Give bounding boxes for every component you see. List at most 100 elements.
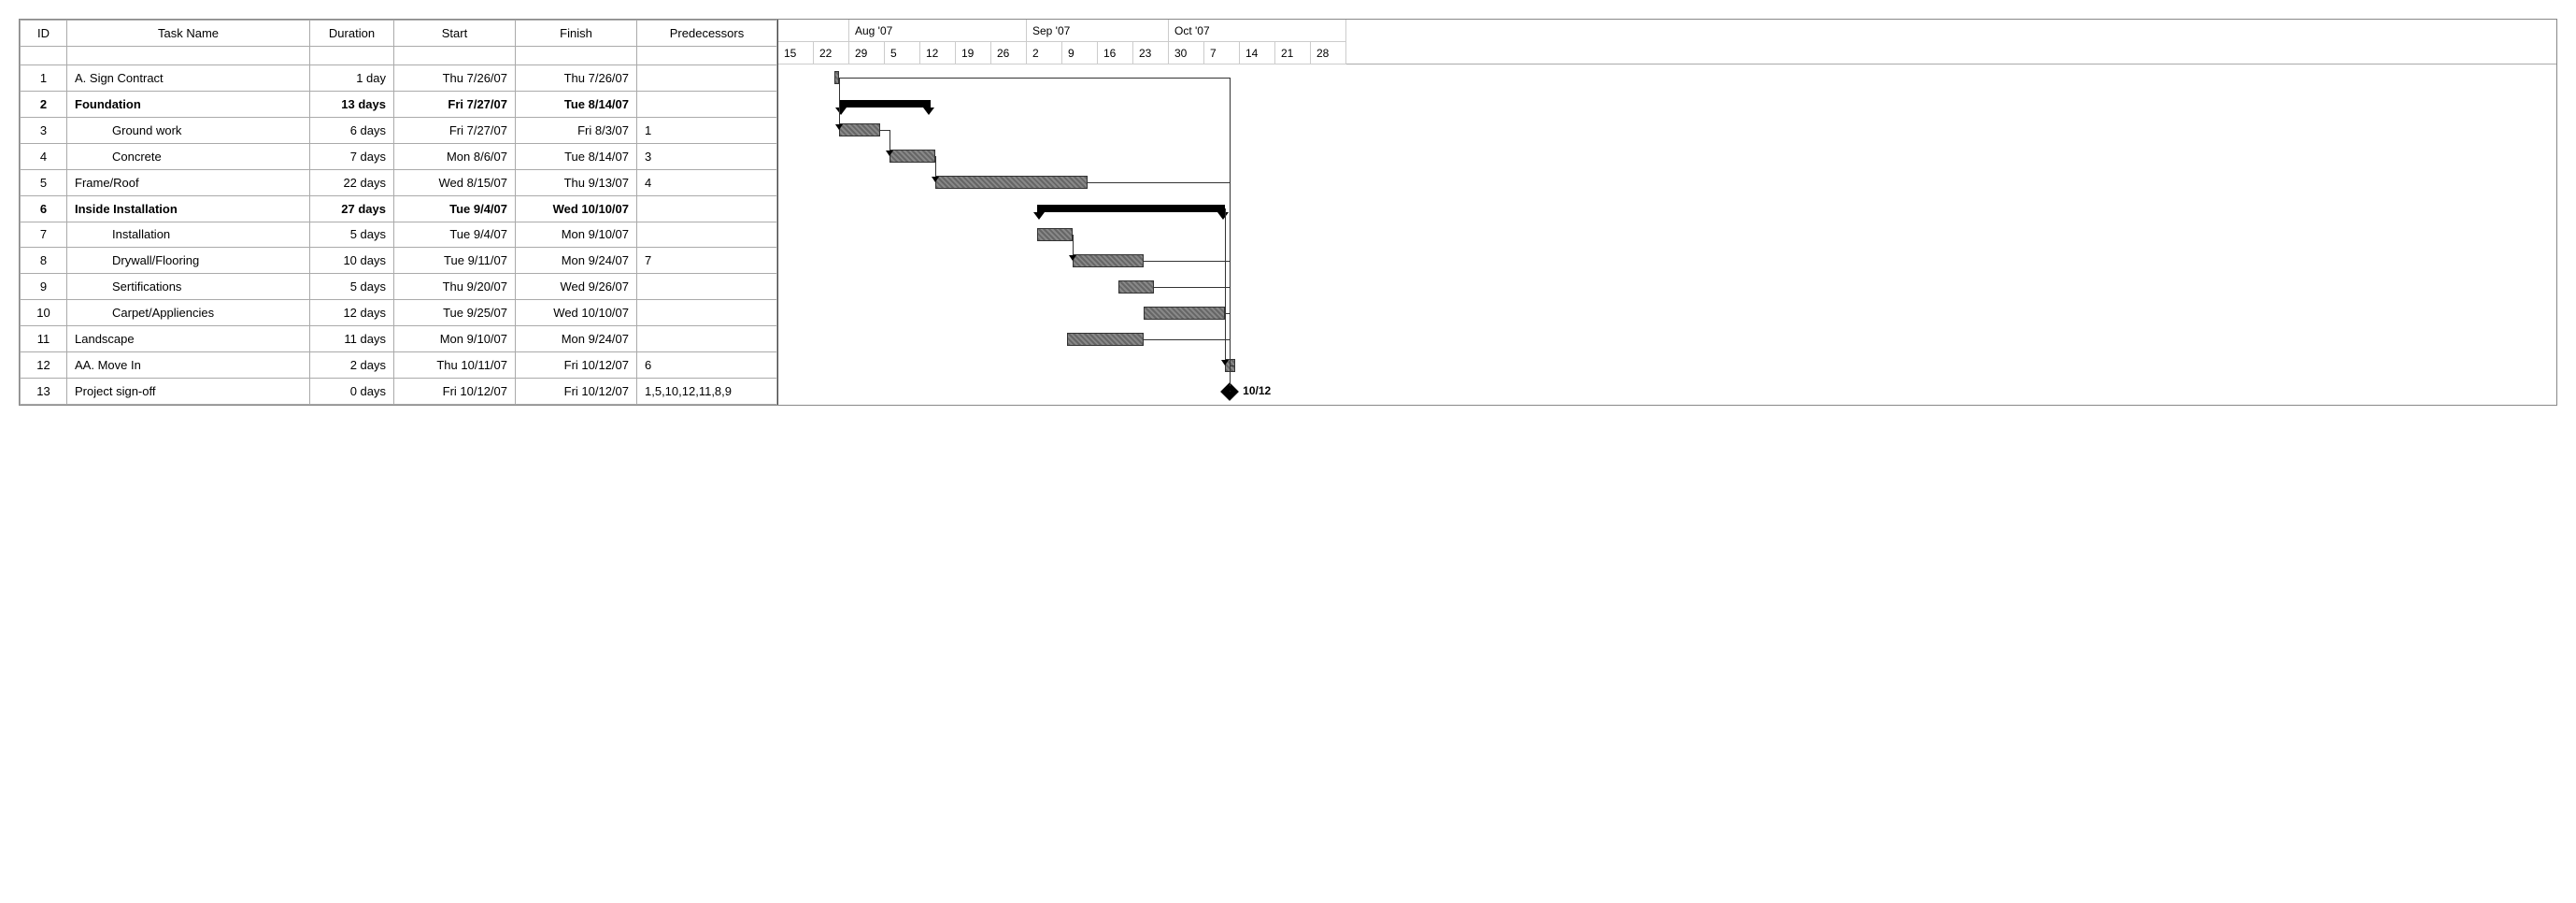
cell[interactable]: Mon 9/24/07 [516, 326, 637, 352]
cell[interactable]: Frame/Roof [67, 169, 310, 195]
cell[interactable]: 5 days [310, 274, 394, 300]
table-row[interactable]: 2Foundation13 daysFri 7/27/07Tue 8/14/07 [21, 91, 777, 117]
cell[interactable] [637, 195, 777, 222]
cell[interactable]: Thu 10/11/07 [394, 352, 516, 379]
cell[interactable]: Wed 10/10/07 [516, 195, 637, 222]
cell[interactable]: Installation [67, 222, 310, 248]
cell[interactable]: Thu 9/20/07 [394, 274, 516, 300]
cell[interactable] [637, 91, 777, 117]
cell[interactable]: 6 days [310, 117, 394, 143]
cell[interactable]: Tue 9/11/07 [394, 248, 516, 274]
cell[interactable]: Inside Installation [67, 195, 310, 222]
cell[interactable]: 11 days [310, 326, 394, 352]
table-row[interactable]: 11Landscape11 daysMon 9/10/07Mon 9/24/07 [21, 326, 777, 352]
cell[interactable]: Thu 7/26/07 [516, 65, 637, 92]
table-row[interactable]: 7Installation5 daysTue 9/4/07Mon 9/10/07 [21, 222, 777, 248]
cell[interactable]: Concrete [67, 143, 310, 169]
table-row[interactable]: 4Concrete7 daysMon 8/6/07Tue 8/14/073 [21, 143, 777, 169]
task-bar[interactable] [935, 176, 1088, 189]
cell[interactable]: Fri 8/3/07 [516, 117, 637, 143]
cell[interactable]: 4 [21, 143, 67, 169]
cell[interactable]: 7 [21, 222, 67, 248]
cell[interactable]: 2 [21, 91, 67, 117]
cell[interactable]: 6 [637, 352, 777, 379]
col-header-task[interactable]: Task Name [67, 21, 310, 47]
task-bar[interactable] [1073, 254, 1144, 267]
cell[interactable]: Mon 9/10/07 [394, 326, 516, 352]
cell[interactable]: 10 [21, 300, 67, 326]
summary-bar[interactable] [1037, 205, 1225, 212]
cell[interactable]: 12 days [310, 300, 394, 326]
cell[interactable]: Project sign-off [67, 379, 310, 405]
cell[interactable]: Foundation [67, 91, 310, 117]
cell[interactable]: 8 [21, 248, 67, 274]
col-header-finish[interactable]: Finish [516, 21, 637, 47]
cell[interactable]: Thu 7/26/07 [394, 65, 516, 92]
cell[interactable]: 3 [637, 143, 777, 169]
cell[interactable]: 27 days [310, 195, 394, 222]
cell[interactable]: Landscape [67, 326, 310, 352]
table-row[interactable]: 12AA. Move In2 daysThu 10/11/07Fri 10/12… [21, 352, 777, 379]
cell[interactable]: Fri 7/27/07 [394, 117, 516, 143]
col-header-pred[interactable]: Predecessors [637, 21, 777, 47]
task-bar[interactable] [839, 123, 879, 136]
cell[interactable]: Mon 8/6/07 [394, 143, 516, 169]
cell[interactable]: Tue 8/14/07 [516, 91, 637, 117]
table-row[interactable]: 10Carpet/Appliencies12 daysTue 9/25/07We… [21, 300, 777, 326]
table-row[interactable]: 6Inside Installation27 daysTue 9/4/07Wed… [21, 195, 777, 222]
cell[interactable]: 13 days [310, 91, 394, 117]
task-bar[interactable] [890, 150, 935, 163]
cell[interactable]: 7 days [310, 143, 394, 169]
cell[interactable]: Wed 8/15/07 [394, 169, 516, 195]
cell[interactable]: Wed 9/26/07 [516, 274, 637, 300]
cell[interactable]: 2 days [310, 352, 394, 379]
cell[interactable]: 10 days [310, 248, 394, 274]
cell[interactable]: Tue 9/25/07 [394, 300, 516, 326]
cell[interactable]: 5 days [310, 222, 394, 248]
cell[interactable] [637, 300, 777, 326]
cell[interactable]: Tue 9/4/07 [394, 222, 516, 248]
cell[interactable]: AA. Move In [67, 352, 310, 379]
col-header-duration[interactable]: Duration [310, 21, 394, 47]
task-bar[interactable] [1144, 307, 1225, 320]
cell[interactable]: Sertifications [67, 274, 310, 300]
cell[interactable]: 1 day [310, 65, 394, 92]
summary-bar[interactable] [839, 100, 931, 108]
cell[interactable]: Mon 9/10/07 [516, 222, 637, 248]
table-row[interactable]: 3Ground work6 daysFri 7/27/07Fri 8/3/071 [21, 117, 777, 143]
cell[interactable]: Tue 8/14/07 [516, 143, 637, 169]
cell[interactable]: Fri 10/12/07 [516, 379, 637, 405]
cell[interactable]: 3 [21, 117, 67, 143]
task-bar[interactable] [1067, 333, 1143, 346]
cell[interactable]: 4 [637, 169, 777, 195]
cell[interactable] [637, 274, 777, 300]
table-row[interactable]: 1A. Sign Contract1 dayThu 7/26/07Thu 7/2… [21, 65, 777, 92]
table-row[interactable]: 8Drywall/Flooring10 daysTue 9/11/07Mon 9… [21, 248, 777, 274]
cell[interactable]: Mon 9/24/07 [516, 248, 637, 274]
cell[interactable]: Carpet/Appliencies [67, 300, 310, 326]
cell[interactable] [637, 65, 777, 92]
cell[interactable]: 6 [21, 195, 67, 222]
cell[interactable]: 1,5,10,12,11,8,9 [637, 379, 777, 405]
cell[interactable]: 5 [21, 169, 67, 195]
table-row[interactable]: 9Sertifications5 daysThu 9/20/07Wed 9/26… [21, 274, 777, 300]
col-header-start[interactable]: Start [394, 21, 516, 47]
cell[interactable]: 11 [21, 326, 67, 352]
table-row[interactable]: 5Frame/Roof22 daysWed 8/15/07Thu 9/13/07… [21, 169, 777, 195]
cell[interactable]: Drywall/Flooring [67, 248, 310, 274]
cell[interactable]: Fri 10/12/07 [394, 379, 516, 405]
cell[interactable]: 12 [21, 352, 67, 379]
cell[interactable]: 0 days [310, 379, 394, 405]
gantt-chart[interactable]: Aug '07Sep '07Oct '07 152229512192629162… [777, 20, 2556, 405]
cell[interactable]: 1 [21, 65, 67, 92]
cell[interactable]: 7 [637, 248, 777, 274]
cell[interactable] [637, 222, 777, 248]
cell[interactable]: Ground work [67, 117, 310, 143]
task-bar[interactable] [1118, 280, 1154, 294]
task-bar[interactable] [1037, 228, 1073, 241]
cell[interactable]: Tue 9/4/07 [394, 195, 516, 222]
col-header-id[interactable]: ID [21, 21, 67, 47]
cell[interactable]: 1 [637, 117, 777, 143]
cell[interactable]: Wed 10/10/07 [516, 300, 637, 326]
cell[interactable]: Fri 7/27/07 [394, 91, 516, 117]
